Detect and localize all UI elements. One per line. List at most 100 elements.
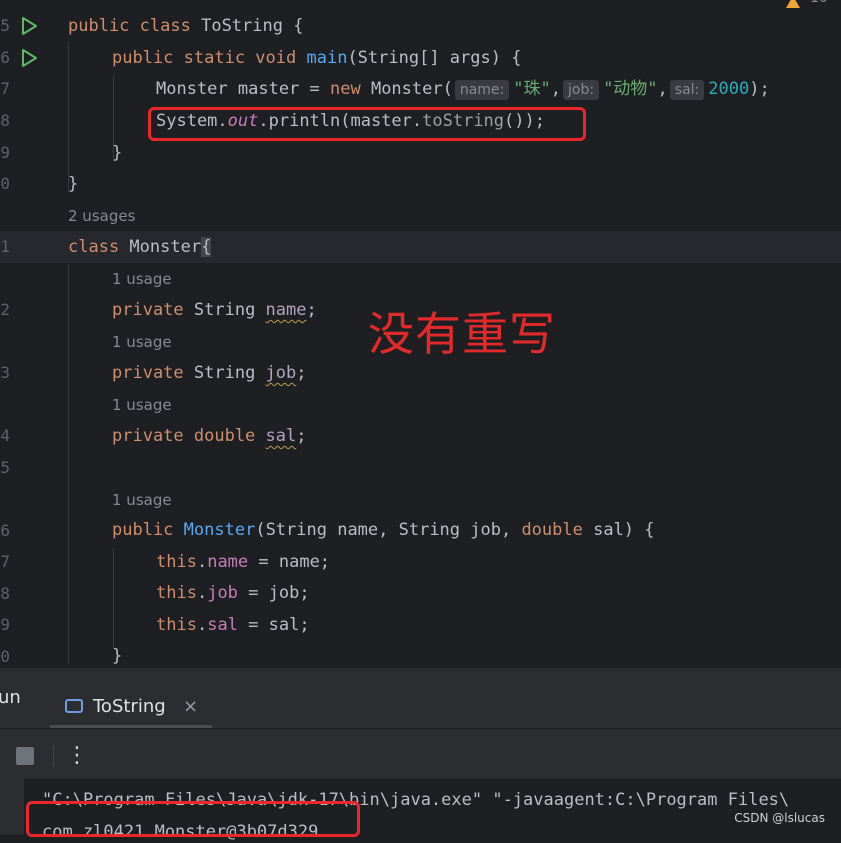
- code-line[interactable]: this.job = job;: [156, 582, 310, 604]
- run-tabs-bar: un ToString ×: [0, 668, 841, 728]
- line-number: 9: [0, 143, 10, 162]
- constructor-name: Monster: [183, 520, 256, 540]
- keyword: new: [330, 79, 361, 99]
- close-icon[interactable]: ×: [183, 695, 198, 719]
- line-number: 0: [0, 174, 10, 193]
- line-number: 0: [0, 647, 10, 666]
- string-literal: "动物": [603, 79, 658, 99]
- line-number: 9: [0, 615, 10, 634]
- keyword: private: [112, 363, 184, 383]
- tab-tostring[interactable]: ToString ×: [50, 678, 212, 728]
- field-name: name: [207, 552, 249, 572]
- keyword: public: [68, 16, 130, 36]
- code-text: Monster(: [360, 79, 453, 99]
- indent-guide: [68, 42, 69, 192]
- toolbar-divider: [53, 745, 54, 767]
- keyword: public: [112, 520, 174, 540]
- field-name: sal: [265, 426, 297, 446]
- tab-label: ToString: [93, 696, 166, 717]
- code-text: = job;: [237, 583, 310, 603]
- code-text: ;: [296, 363, 307, 383]
- keyword: this: [156, 552, 197, 572]
- code-line[interactable]: }: [112, 645, 122, 667]
- run-tool-window-label[interactable]: un: [0, 686, 21, 710]
- code-line[interactable]: Monster master = new Monster(name: "珠", jo…: [156, 78, 770, 100]
- watermark: CSDN @lslucas: [734, 811, 825, 825]
- annotation-not-overridden: 没有重写: [368, 307, 556, 361]
- keyword: double: [521, 520, 583, 540]
- run-icon[interactable]: [20, 16, 38, 36]
- line-number: 7: [0, 552, 10, 571]
- keyword: class: [68, 237, 120, 257]
- code-line[interactable]: public static void main(String[] args) {: [112, 47, 521, 69]
- method-name: main: [306, 48, 348, 68]
- code-line[interactable]: public Monster(String name, String job, …: [112, 519, 655, 541]
- number-literal: 2000: [708, 79, 750, 99]
- keyword: public static void: [112, 48, 297, 68]
- code-text: ;: [296, 426, 307, 446]
- line-number: 5: [0, 458, 10, 477]
- code-line[interactable]: this.name = name;: [156, 551, 330, 573]
- console-tab-icon: [65, 699, 83, 713]
- code-text: (String[] args) {: [347, 48, 522, 68]
- field-name: name: [265, 300, 307, 320]
- gutter: 5 6 7 8 9 0 1 2 3 4 5 6 7 8 9 0: [0, 0, 52, 668]
- code-line[interactable]: private String name;: [112, 299, 317, 321]
- field-name: sal: [207, 615, 238, 635]
- run-toolbar: ⋮: [0, 728, 841, 781]
- code-line[interactable]: this.sal = sal;: [156, 614, 310, 636]
- run-icon[interactable]: [20, 48, 38, 68]
- keyword: class: [139, 16, 191, 36]
- keyword: this: [156, 615, 197, 635]
- code-text: = sal;: [237, 615, 310, 635]
- code-editor[interactable]: 10 5 6 7 8 9 0 1 2 3 4 5 6 7 8 9 0 publi…: [0, 0, 841, 668]
- line-number: 1: [0, 237, 10, 256]
- output-highlight-box: [26, 801, 360, 837]
- run-panel: un ToString × ⋮ "C:\Program Files\Java\j…: [0, 668, 841, 842]
- code-text: {: [201, 237, 212, 257]
- line-number: 6: [0, 521, 10, 540]
- code-text: String: [183, 363, 266, 383]
- class-name: Monster: [119, 237, 202, 257]
- keyword: private double: [112, 426, 256, 446]
- line-number: 4: [0, 426, 10, 445]
- usages-hint[interactable]: 1 usage: [112, 269, 172, 289]
- code-line[interactable]: private double sal;: [112, 425, 307, 447]
- line-number: 2: [0, 300, 10, 319]
- usages-hint[interactable]: 1 usage: [112, 490, 172, 510]
- code-line[interactable]: }: [68, 173, 78, 195]
- code-line[interactable]: class Monster{: [68, 236, 212, 258]
- line-number: 7: [0, 79, 10, 98]
- usages-hint[interactable]: 1 usage: [112, 395, 172, 415]
- keyword: private: [112, 300, 184, 320]
- parameter-hint: sal:: [669, 80, 705, 100]
- line-number: 5: [0, 16, 10, 35]
- line-number: 6: [0, 48, 10, 67]
- code-line[interactable]: public class ToString {: [68, 15, 303, 37]
- code-text: (String name, String job,: [255, 520, 522, 540]
- line-number: 8: [0, 584, 10, 603]
- usages-hint[interactable]: 2 usages: [68, 206, 135, 226]
- usages-hint[interactable]: 1 usage: [112, 332, 172, 352]
- warnings-badge[interactable]: 10: [786, 0, 828, 8]
- parameter-hint: job:: [563, 80, 600, 100]
- field-name: job: [207, 583, 238, 603]
- indent-guide: [113, 548, 114, 648]
- println-highlight-box: [148, 107, 586, 141]
- line-number: 3: [0, 363, 10, 382]
- code-line[interactable]: }: [112, 142, 122, 164]
- code-text: ;: [306, 300, 317, 320]
- warning-icon: [786, 0, 800, 8]
- string-literal: "珠": [513, 79, 551, 99]
- line-number: 8: [0, 111, 10, 130]
- warnings-count: 10: [810, 0, 828, 6]
- code-text: String: [183, 300, 266, 320]
- parameter-hint: name:: [454, 80, 510, 100]
- code-text: Monster master =: [156, 79, 330, 99]
- keyword: this: [156, 583, 197, 603]
- code-text: = name;: [248, 552, 331, 572]
- more-options-icon[interactable]: ⋮: [66, 741, 88, 771]
- code-text: ToString {: [190, 16, 304, 36]
- stop-icon[interactable]: [16, 747, 34, 765]
- code-line[interactable]: private String job;: [112, 362, 307, 384]
